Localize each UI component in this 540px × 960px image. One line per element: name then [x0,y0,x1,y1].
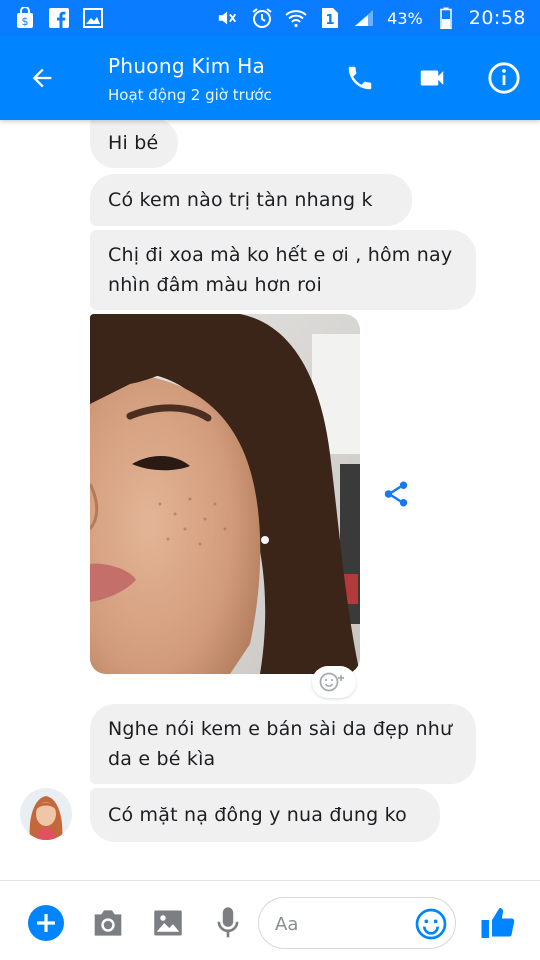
phone-icon [348,66,372,90]
share-button[interactable] [378,476,414,512]
message-list[interactable]: Hi bé Có kem nào trị tàn nhang k Chị đi … [0,120,540,880]
alarm-icon [251,7,273,29]
plus-icon [28,905,64,941]
arrow-back-icon [32,68,52,88]
image-icon [154,910,182,936]
emoji-button[interactable] [411,904,451,944]
video-camera-icon [420,70,444,86]
like-button[interactable] [478,903,518,943]
wifi-icon [285,7,307,29]
shopping-bag-icon: $ [14,7,36,29]
message-text: Hi bé [108,132,159,154]
message-composer [0,880,540,960]
more-actions-button[interactable] [26,903,66,943]
svg-text:1: 1 [326,13,335,28]
thumbs-up-icon [481,908,515,938]
signal-icon [353,7,375,29]
camera-button[interactable] [88,903,128,943]
chat-header: Phuong Kim Ha Hoạt động 2 giờ trước [0,36,540,120]
status-bar: $ 1 43% 20:58 [0,0,540,36]
info-icon [488,62,520,94]
avatar[interactable] [20,788,72,840]
info-button[interactable] [484,58,524,98]
microphone-icon [217,907,239,938]
message-text: Nghe nói kem e bán sài da đẹp như da e b… [108,718,453,770]
status-bar-left: $ [14,7,104,29]
message-bubble[interactable]: Có mặt nạ đông y nua đung ko [90,788,440,842]
message-input[interactable] [275,910,405,938]
image-notification-icon [82,7,104,29]
voice-call-button[interactable] [340,58,380,98]
camera-icon [94,910,122,936]
facebook-icon [48,7,70,29]
status-bar-right: 1 43% 20:58 [217,7,526,29]
message-bubble[interactable]: Có kem nào trị tàn nhang k [90,174,412,226]
message-text: Có mặt nạ đông y nua đung ko [108,804,407,826]
gallery-button[interactable] [148,903,188,943]
battery-percent: 43% [387,8,423,28]
message-bubble[interactable]: Hi bé [90,120,178,168]
sim-icon: 1 [319,7,341,29]
message-bubble[interactable]: Chị đi xoa mà ko hết e ơi , hôm nay nhìn… [90,230,476,310]
share-icon [384,481,408,507]
battery-icon [435,7,457,29]
contact-status: Hoạt động 2 giờ trước [108,86,272,104]
smiley-icon [415,908,447,940]
mute-icon [217,7,239,29]
add-reaction-icon [319,672,344,692]
contact-avatar-image [20,788,72,840]
voice-message-button[interactable] [208,903,248,943]
message-input-box[interactable] [258,897,456,949]
selfie-photo-image [90,314,360,674]
message-text: Chị đi xoa mà ko hết e ơi , hôm nay nhìn… [108,244,453,296]
message-bubble[interactable]: Nghe nói kem e bán sài da đẹp như da e b… [90,704,476,784]
svg-text:$: $ [22,15,29,28]
status-time: 20:58 [468,7,526,29]
message-text: Có kem nào trị tàn nhang k [108,189,373,211]
video-call-button[interactable] [412,58,452,98]
add-reaction-button[interactable] [312,666,356,698]
message-photo[interactable] [90,314,360,674]
back-button[interactable] [22,58,62,98]
contact-name[interactable]: Phuong Kim Ha [108,54,265,78]
